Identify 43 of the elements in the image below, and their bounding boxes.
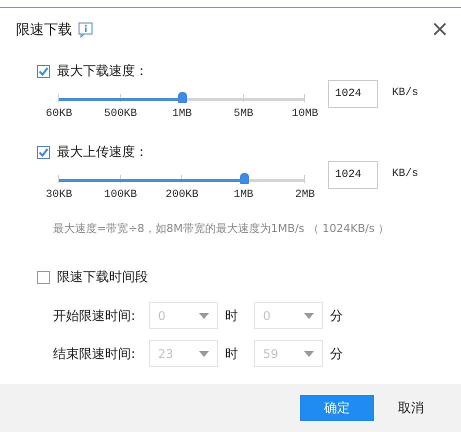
caret-icon [304,350,314,356]
tick-label: 200KB [166,189,198,201]
unit-label: KB/s [392,168,418,180]
slider-thumb[interactable] [178,92,187,103]
speed-input[interactable]: 1024 [328,80,378,108]
time-label: 开始限速时间: [53,308,136,324]
checkbox[interactable] [37,64,50,78]
tick-label: 5MB [234,108,254,120]
unit-label: 分 [329,308,344,324]
unit-label: KB/s [392,87,418,99]
caret-icon [199,312,209,318]
confirm-button[interactable]: 确定 [300,395,374,421]
unit-label: 分 [329,346,344,362]
speed-input[interactable]: 1024 [328,161,378,189]
slider-track[interactable] [59,92,305,104]
checkbox[interactable] [37,270,50,284]
unit-label: 时 [224,308,239,324]
caret-icon [304,312,314,318]
close-button[interactable]: × [426,19,453,41]
caret-icon [199,350,209,356]
window-title: 限速下载 [16,21,72,39]
tick-label: 1MB [172,108,192,120]
tick-label: 2MB [295,189,315,201]
tick-label: 100KB [104,189,137,201]
dropdown[interactable]: 0 [254,302,323,329]
slider-thumb[interactable] [240,173,248,184]
slider-track[interactable] [59,173,305,185]
time-label: 结束限速时间: [53,346,136,362]
hint-text: 最大速度=带宽÷8，如8M带宽的最大速度为1MB/s （ 1024KB/s ） [53,221,390,236]
tick-label: 1MB [234,189,254,201]
tick-label: 30KB [46,189,72,201]
checkbox-label: 最大下载速度： [57,63,148,80]
dropdown[interactable]: 23 [149,340,218,367]
checkbox[interactable] [37,146,50,158]
dropdown[interactable]: 59 [254,340,323,367]
tick-label: 500KB [104,108,137,120]
checkbox-label: 限速下载时间段 [57,269,148,286]
unit-label: 时 [224,346,239,362]
tick-label: 60KB [46,108,72,120]
tick-label: 10MB [292,108,318,120]
dropdown[interactable]: 0 [149,302,218,329]
checkbox-label: 最大上传速度： [57,144,148,161]
info-icon[interactable] [78,22,93,38]
